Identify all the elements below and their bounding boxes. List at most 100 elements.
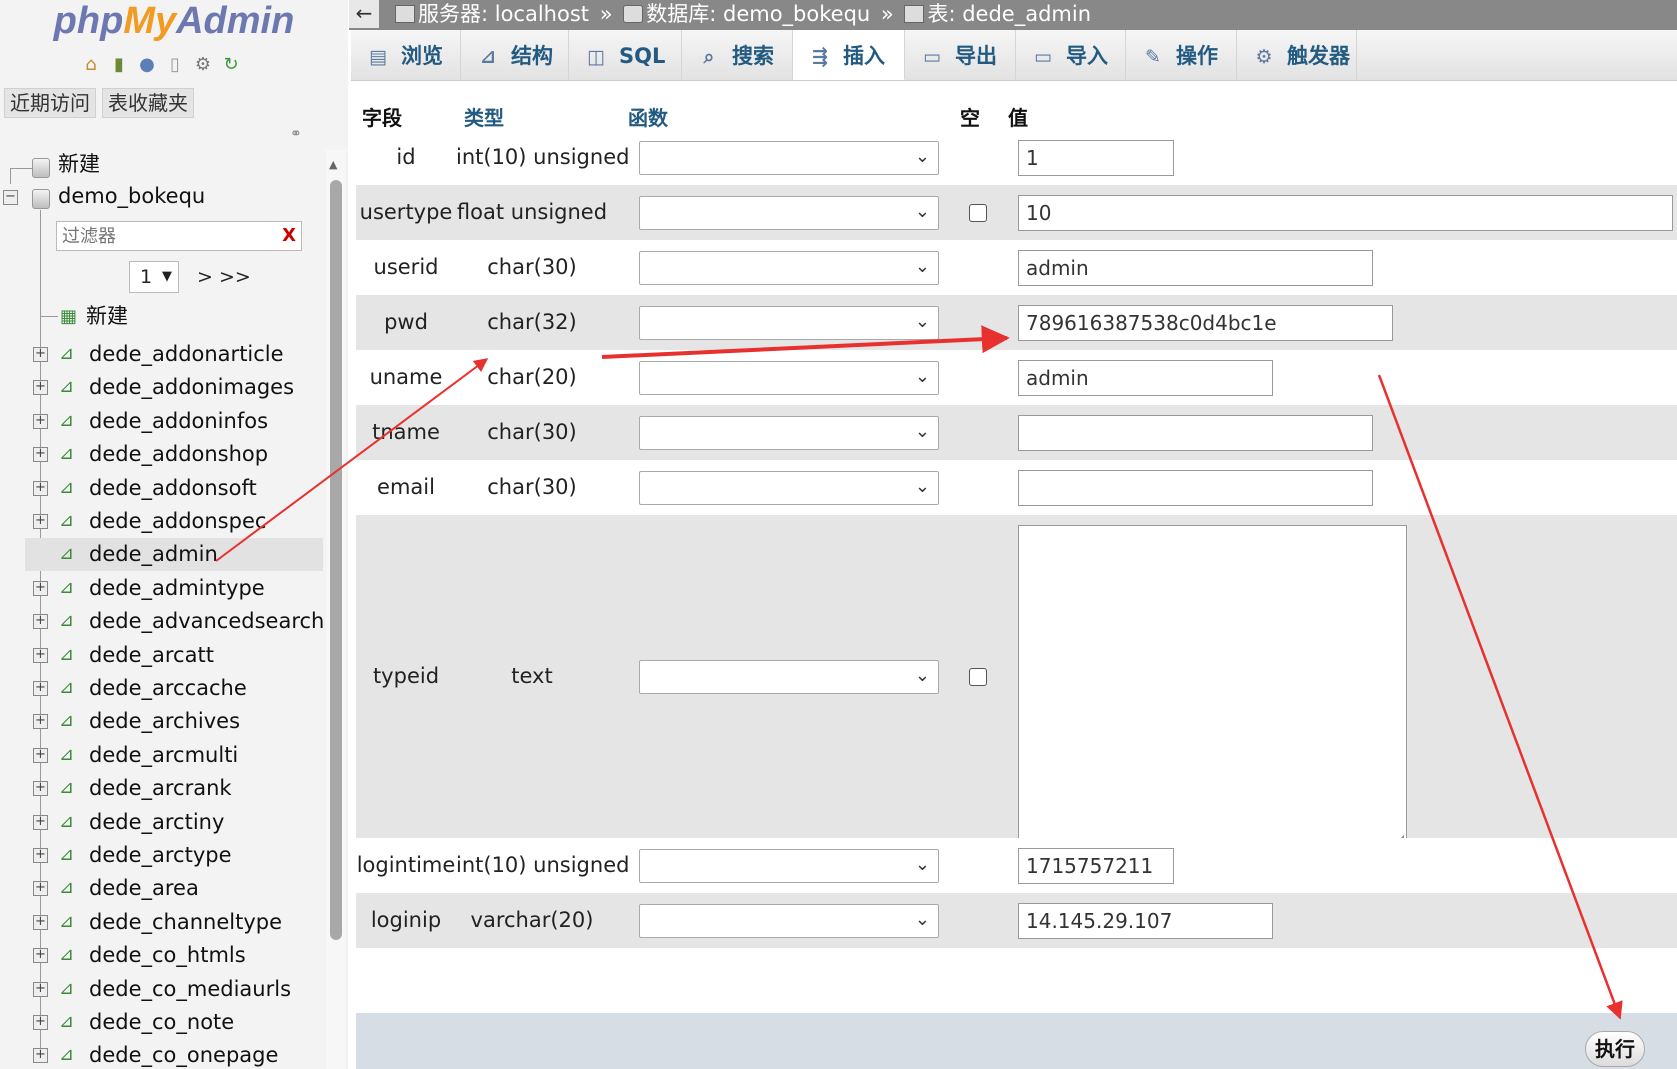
function-select[interactable]: ⌄ [639, 903, 939, 938]
recent-tables-button[interactable]: 近期访问 [4, 88, 96, 118]
reload-icon[interactable]: ↻ [220, 54, 242, 76]
collapse-icon[interactable]: − [3, 190, 18, 205]
filter-input[interactable] [57, 222, 279, 250]
tab-import[interactable]: ▭ 导入 [1016, 30, 1126, 80]
table-item[interactable]: ⊿ dede_addonspec [25, 505, 323, 538]
value-input[interactable]: 789616387538c0d4bc1e [1018, 304, 1393, 341]
table-item[interactable]: ⊿ dede_channeltype [25, 906, 323, 939]
table-structure-icon[interactable]: ⊿ [59, 978, 81, 999]
navigation-scrollbar[interactable]: ▲ [326, 150, 346, 1069]
table-item[interactable]: ⊿ dede_arcmulti [25, 739, 323, 772]
table-structure-icon[interactable]: ⊿ [59, 344, 81, 364]
breadcrumb-table[interactable]: 表: dede_admin [927, 2, 1091, 26]
tab-operations[interactable]: ✎ 操作 [1126, 30, 1237, 80]
table-structure-icon[interactable]: ⊿ [59, 778, 81, 798]
table-item[interactable]: ⊿ dede_co_onepage [25, 1039, 323, 1069]
tab-triggers[interactable]: ⚙ 触发器 [1237, 30, 1357, 80]
value-textarea[interactable]: ◢ [1018, 525, 1407, 847]
table-item[interactable]: ⊿ dede_admin [25, 538, 323, 572]
table-structure-icon[interactable]: ⊿ [59, 377, 81, 397]
table-structure-icon[interactable]: ⊿ [59, 1045, 81, 1065]
page-select[interactable]: 1 ▼ [129, 261, 179, 293]
tab-export[interactable]: ▭ 导出 [905, 30, 1016, 80]
table-structure-icon[interactable]: ⊿ [59, 410, 81, 431]
value-input[interactable] [1018, 469, 1373, 506]
table-item[interactable]: ⊿ dede_addonshop [25, 438, 323, 471]
table-item[interactable]: ⊿ dede_admintype [25, 572, 323, 605]
table-item[interactable]: ⊿ dede_arcatt [25, 639, 323, 672]
value-input[interactable]: 10 [1018, 194, 1673, 231]
table-item[interactable]: ⊿ dede_advancedsearch [25, 605, 324, 638]
tab-structure[interactable]: ⊿ 结构 [461, 30, 569, 80]
scroll-up-icon[interactable]: ▲ [329, 158, 337, 171]
table-structure-icon[interactable]: ⊿ [59, 911, 81, 932]
null-checkbox[interactable] [969, 203, 987, 222]
docs-icon[interactable]: ▯ [164, 54, 186, 76]
breadcrumb-server[interactable]: 服务器: localhost [418, 2, 589, 26]
table-item[interactable]: ⊿ dede_co_htmls [25, 939, 323, 972]
value-input[interactable]: admin [1018, 359, 1273, 396]
function-select[interactable]: ⌄ [639, 659, 939, 694]
function-select[interactable]: ⌄ [639, 415, 939, 450]
phpmyadmin-logo[interactable]: phpMyAdmin [0, 0, 348, 44]
go-button[interactable]: 执行 [1585, 1031, 1645, 1067]
table-item[interactable]: ⊿ dede_addonarticle [25, 338, 323, 371]
table-item[interactable]: ⊿ dede_co_mediaurls [25, 973, 323, 1006]
value-input[interactable] [1018, 414, 1373, 451]
function-select[interactable]: ⌄ [639, 470, 939, 505]
table-item[interactable]: ⊿ dede_archives [25, 705, 323, 738]
tab-insert[interactable]: ⇶ 插入 [793, 30, 905, 80]
table-item[interactable]: ⊿ dede_arcrank [25, 772, 323, 805]
breadcrumb-database[interactable]: 数据库: demo_bokequ [646, 2, 870, 26]
function-select[interactable]: ⌄ [639, 195, 939, 230]
table-item[interactable]: ⊿ dede_arctype [25, 839, 323, 872]
header-function[interactable]: 函数 [628, 102, 668, 131]
table-structure-icon[interactable]: ⊿ [59, 678, 81, 698]
settings-icon[interactable]: ⚙ [192, 54, 214, 76]
home-icon[interactable]: ⌂ [80, 54, 102, 76]
new-database-link[interactable]: 新建 [32, 148, 312, 181]
table-structure-icon[interactable]: ⊿ [59, 477, 81, 498]
value-input[interactable]: admin [1018, 249, 1373, 286]
table-structure-icon[interactable]: ⊿ [59, 511, 81, 531]
tab-search[interactable]: ⌕ 搜索 [682, 30, 793, 80]
table-structure-icon[interactable]: ⊿ [59, 544, 81, 564]
table-item[interactable]: ⊿ dede_addonsoft [25, 472, 323, 505]
new-table-link[interactable]: 新建 [60, 300, 310, 333]
function-select[interactable]: ⌄ [639, 848, 939, 883]
function-select[interactable]: ⌄ [639, 140, 939, 175]
scrollbar-thumb[interactable] [330, 180, 342, 940]
table-item[interactable]: ⊿ dede_addoninfos [25, 405, 323, 438]
table-structure-icon[interactable]: ⊿ [59, 878, 81, 898]
table-structure-icon[interactable]: ⊿ [59, 1012, 81, 1032]
table-structure-icon[interactable]: ⊿ [59, 611, 81, 631]
clear-filter-icon[interactable]: X [282, 222, 296, 250]
table-item[interactable]: ⊿ dede_co_note [25, 1006, 323, 1039]
favorite-tables-button[interactable]: 表收藏夹 [102, 88, 194, 118]
table-structure-icon[interactable]: ⊿ [59, 577, 81, 598]
next-page-link[interactable]: > >> [197, 262, 251, 292]
table-structure-icon[interactable]: ⊿ [59, 811, 81, 832]
table-structure-icon[interactable]: ⊿ [59, 711, 81, 731]
exit-icon[interactable]: ▮ [108, 54, 130, 76]
collapse-navigation-button[interactable]: ← [349, 0, 379, 28]
table-item[interactable]: ⊿ dede_arctiny [25, 806, 323, 839]
table-structure-icon[interactable]: ⊿ [59, 644, 81, 665]
function-select[interactable]: ⌄ [639, 305, 939, 340]
function-select[interactable]: ⌄ [639, 250, 939, 285]
table-structure-icon[interactable]: ⊿ [59, 444, 81, 464]
table-structure-icon[interactable]: ⊿ [59, 744, 81, 765]
table-item[interactable]: ⊿ dede_area [25, 872, 323, 905]
table-structure-icon[interactable]: ⊿ [59, 945, 81, 965]
value-input[interactable]: 1715757211 [1018, 847, 1174, 884]
value-input[interactable]: 1 [1018, 139, 1174, 176]
header-type[interactable]: 类型 [464, 102, 504, 131]
function-select[interactable]: ⌄ [639, 360, 939, 395]
database-item-demo-bokequ[interactable]: demo_bokequ [32, 180, 312, 213]
table-item[interactable]: ⊿ dede_arccache [25, 672, 323, 705]
help-icon[interactable]: ● [136, 54, 158, 76]
link-icon[interactable]: ⚭ [290, 126, 302, 142]
value-input[interactable]: 14.145.29.107 [1018, 902, 1273, 939]
tab-sql[interactable]: ◫ SQL [569, 30, 682, 80]
table-item[interactable]: ⊿ dede_addonimages [25, 371, 323, 404]
